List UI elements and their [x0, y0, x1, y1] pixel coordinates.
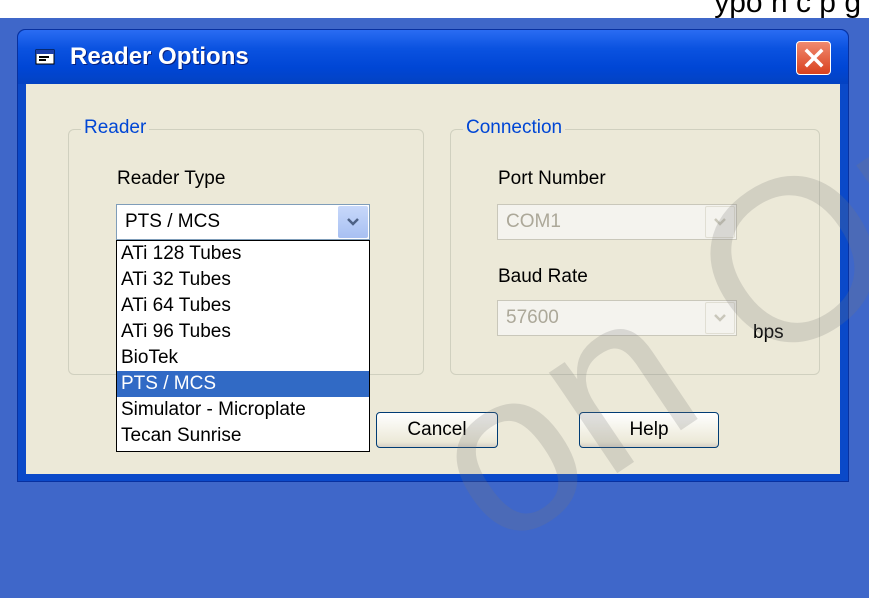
title-bar[interactable]: Reader Options — [18, 30, 848, 84]
chevron-down-icon — [347, 218, 359, 226]
window-app-icon — [35, 49, 55, 65]
dropdown-option[interactable]: ATi 128 Tubes — [117, 241, 369, 267]
reader-type-dropdown-list: ATi 128 Tubes ATi 32 Tubes ATi 64 Tubes ATi… — [116, 240, 370, 452]
reader-type-value: PTS / MCS — [125, 211, 221, 232]
dropdown-option[interactable]: PTS / MCS — [117, 371, 369, 397]
baud-rate-combobox[interactable]: 57600 — [497, 300, 737, 336]
background-text: ypo n c p g — [714, 0, 861, 19]
dropdown-option[interactable]: ATi 32 Tubes — [117, 267, 369, 293]
close-button[interactable] — [796, 41, 831, 75]
baud-rate-value: 57600 — [506, 307, 559, 328]
dropdown-option[interactable]: BioTek — [117, 345, 369, 371]
port-number-dropdown-button[interactable] — [705, 206, 735, 238]
baud-rate-label: Baud Rate — [498, 266, 588, 287]
port-number-value: COM1 — [506, 211, 561, 232]
port-number-label: Port Number — [498, 168, 606, 189]
dropdown-option[interactable]: ATi 96 Tubes — [117, 319, 369, 345]
reader-group-title: Reader — [81, 117, 150, 139]
window-title: Reader Options — [70, 43, 249, 70]
connection-group-title: Connection — [463, 117, 566, 139]
reader-type-dropdown-button[interactable] — [338, 206, 368, 238]
dropdown-option[interactable]: ATi 64 Tubes — [117, 293, 369, 319]
baud-rate-unit: bps — [753, 322, 784, 343]
reader-type-combobox[interactable]: PTS / MCS — [116, 204, 370, 240]
reader-type-label: Reader Type — [117, 168, 226, 189]
help-button[interactable]: Help — [579, 412, 719, 448]
background-top-band: ypo n c p g — [0, 0, 869, 19]
cancel-button[interactable]: Cancel — [376, 412, 498, 448]
chevron-down-icon — [714, 218, 726, 226]
baud-rate-dropdown-button[interactable] — [705, 302, 735, 334]
port-number-combobox[interactable]: COM1 — [497, 204, 737, 240]
chevron-down-icon — [714, 314, 726, 322]
close-icon — [804, 48, 823, 68]
dropdown-option[interactable]: Simulator - Microplate — [117, 397, 369, 423]
dropdown-option[interactable]: Tecan Sunrise — [117, 423, 369, 449]
